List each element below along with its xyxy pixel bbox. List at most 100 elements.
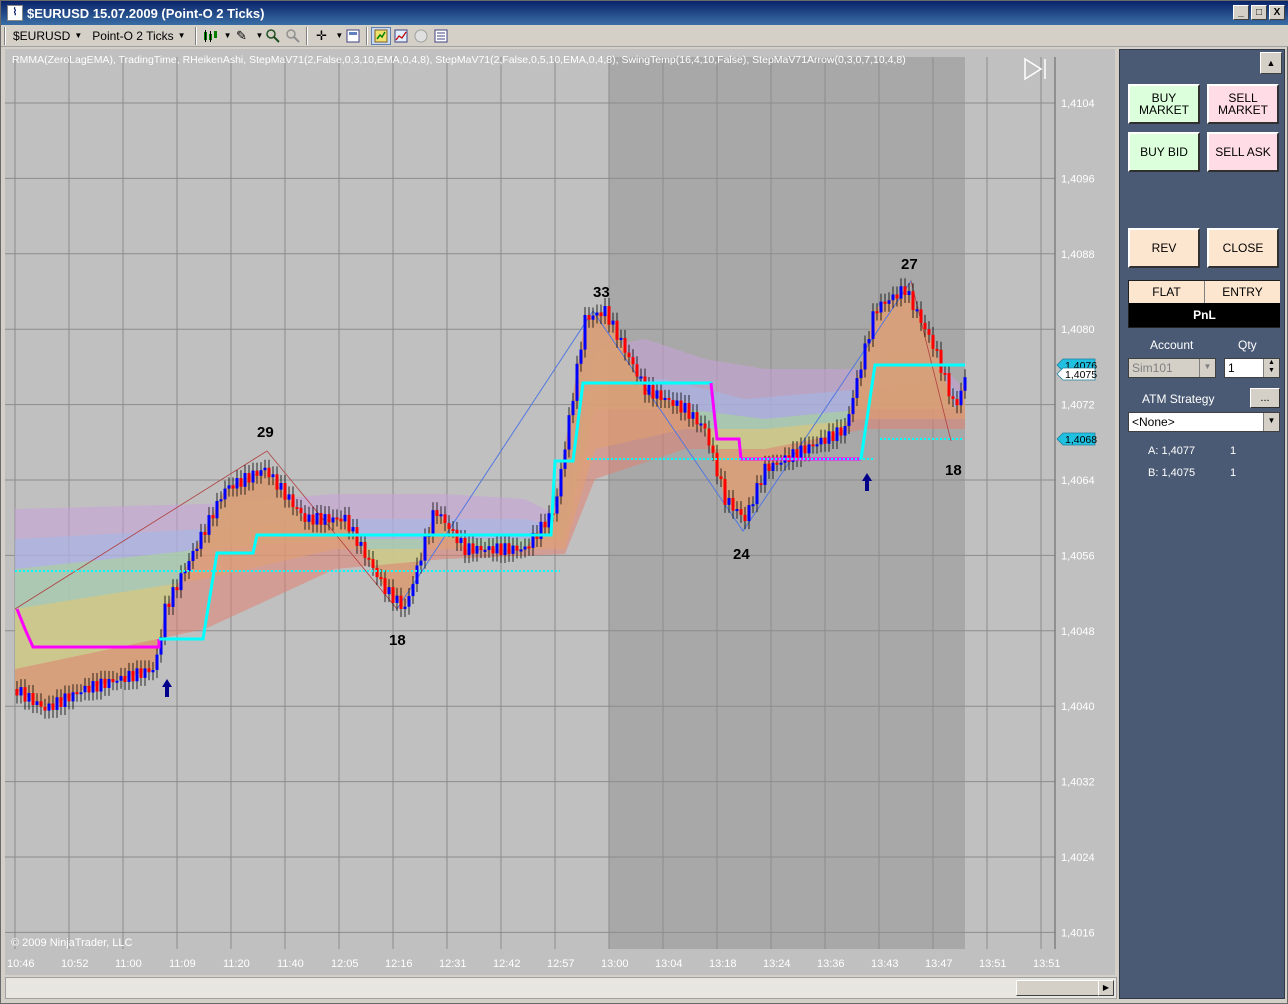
chevron-down-icon[interactable]: ▼ (335, 31, 343, 40)
qty-stepper[interactable]: 1 ▲ ▼ (1224, 358, 1280, 378)
heiken-ashi-bar (331, 517, 335, 523)
scrollbar-thumb[interactable] (1016, 980, 1102, 996)
price-tick-label: 1,4096 (1061, 173, 1095, 185)
heiken-ashi-bar (947, 373, 951, 397)
heiken-ashi-bar (447, 523, 451, 529)
heiken-ashi-bar (723, 479, 727, 505)
heiken-ashi-bar (679, 400, 683, 413)
heiken-ashi-bar (151, 670, 155, 673)
chevron-down-icon: ▼ (177, 31, 186, 40)
close-window-button[interactable]: X (1269, 5, 1285, 20)
heiken-ashi-bar (759, 483, 763, 486)
heiken-ashi-bar (407, 596, 411, 607)
heiken-ashi-bar (263, 467, 267, 471)
draw-tool-icon[interactable]: ✎ (231, 27, 251, 45)
heiken-ashi-bar (111, 679, 115, 683)
heiken-ashi-bar (491, 546, 495, 554)
heiken-ashi-bar (631, 357, 635, 365)
sell-ask-button[interactable]: SELL ASK (1207, 132, 1279, 172)
buy-market-button[interactable]: BUY MARKET (1128, 84, 1200, 124)
heiken-ashi-bar (467, 543, 471, 555)
price-chart[interactable]: 10:46 10:52 11:00 11:09 11:20 11:40 12:05 12:16… (5, 49, 1115, 975)
chart-trader-icon[interactable] (371, 26, 392, 45)
heiken-ashi-bar (347, 514, 351, 532)
buy-bid-button[interactable]: BUY BID (1128, 132, 1200, 172)
heiken-ashi-bar (143, 668, 147, 678)
heiken-ashi-bar (603, 306, 607, 317)
heiken-ashi-bar (175, 587, 179, 591)
heiken-ashi-bar (275, 474, 279, 490)
atm-strategy-button[interactable]: ... (1250, 388, 1280, 408)
heiken-ashi-bar (247, 473, 251, 483)
heiken-ashi-bar (195, 548, 199, 551)
heiken-ashi-bar (827, 431, 831, 444)
heiken-ashi-bar (171, 587, 175, 607)
atm-strategy-select[interactable]: <None> ▼ (1128, 412, 1280, 432)
heiken-ashi-bar (343, 514, 347, 522)
heiken-ashi-bar (739, 509, 743, 515)
chart-canvas[interactable]: 10:46 10:52 11:00 11:09 11:20 11:40 12:05 12:16… (5, 49, 1115, 975)
swing-count-label: 29 (257, 424, 274, 441)
data-box-icon[interactable] (343, 27, 363, 45)
heiken-ashi-bar (803, 445, 807, 454)
heiken-ashi-bar (215, 500, 219, 519)
atm-strategy-value: <None> (1132, 415, 1175, 429)
heiken-ashi-bar (807, 444, 811, 454)
price-tick-label: 1,4104 (1061, 98, 1095, 110)
swing-count-label: 27 (901, 256, 918, 273)
heiken-ashi-bar (939, 349, 943, 373)
period-selector[interactable]: Point-O 2 Ticks ▼ (88, 27, 189, 45)
minimize-button[interactable]: _ (1233, 5, 1249, 20)
chart-style-icon[interactable] (200, 27, 220, 45)
heiken-ashi-bar (887, 300, 891, 304)
heiken-ashi-bar (619, 337, 623, 340)
strategies-icon[interactable] (411, 27, 431, 45)
close-position-button[interactable]: CLOSE (1207, 228, 1279, 268)
heiken-ashi-bar (219, 499, 223, 502)
chevron-down-icon[interactable]: ▼ (1263, 413, 1279, 431)
chevron-down-icon[interactable]: ▼ (255, 31, 263, 40)
zoom-in-icon[interactable] (263, 27, 283, 45)
crosshair-icon[interactable]: ✛ (311, 27, 331, 45)
heiken-ashi-bar (127, 670, 131, 682)
spin-icon[interactable]: ▲ ▼ (1263, 359, 1279, 377)
heiken-ashi-bar (883, 301, 887, 304)
heiken-ashi-bar (815, 444, 819, 447)
heiken-ashi-bar (687, 403, 691, 419)
heiken-ashi-bar (391, 587, 395, 603)
bid-qty: 1 (1230, 467, 1237, 479)
heiken-ashi-bar (123, 675, 127, 682)
time-tick-label: 13:51 (1033, 958, 1061, 970)
time-tick-label: 11:09 (169, 958, 196, 970)
time-tick-label: 13:24 (763, 958, 791, 970)
zoom-out-icon[interactable] (283, 27, 303, 45)
heiken-ashi-bar (307, 514, 311, 522)
account-select[interactable]: Sim101 ▼ (1128, 358, 1216, 378)
heiken-ashi-bar (395, 595, 399, 603)
heiken-ashi-bar (643, 376, 647, 395)
heiken-ashi-bar (103, 678, 107, 688)
chevron-down-icon[interactable]: ▼ (224, 31, 232, 40)
heiken-ashi-bar (903, 286, 907, 295)
scroll-right-icon[interactable]: ▶ (1098, 980, 1114, 996)
chevron-down-icon[interactable]: ▼ (1199, 359, 1215, 377)
heiken-ashi-bar (443, 514, 447, 524)
properties-icon[interactable] (431, 27, 451, 45)
heiken-ashi-bar (695, 412, 699, 425)
heiken-ashi-bar (943, 372, 947, 375)
heiken-ashi-bar (267, 467, 271, 478)
heiken-ashi-bar (243, 473, 247, 487)
heiken-ashi-bar (843, 426, 847, 436)
heiken-ashi-bar (595, 312, 599, 316)
collapse-up-icon[interactable]: ▲ (1260, 52, 1282, 74)
instrument-selector[interactable]: $EURUSD ▼ (9, 27, 86, 45)
price-tick-label: 1,4088 (1061, 249, 1095, 261)
horizontal-scrollbar[interactable]: ▶ (5, 977, 1117, 999)
time-tick-label: 12:57 (547, 958, 575, 970)
heiken-ashi-bar (599, 312, 603, 317)
reverse-button[interactable]: REV (1128, 228, 1200, 268)
time-tick-label: 11:40 (277, 958, 304, 970)
indicators-icon[interactable] (391, 27, 411, 45)
maximize-button[interactable]: □ (1251, 5, 1267, 20)
sell-market-button[interactable]: SELL MARKET (1207, 84, 1279, 124)
